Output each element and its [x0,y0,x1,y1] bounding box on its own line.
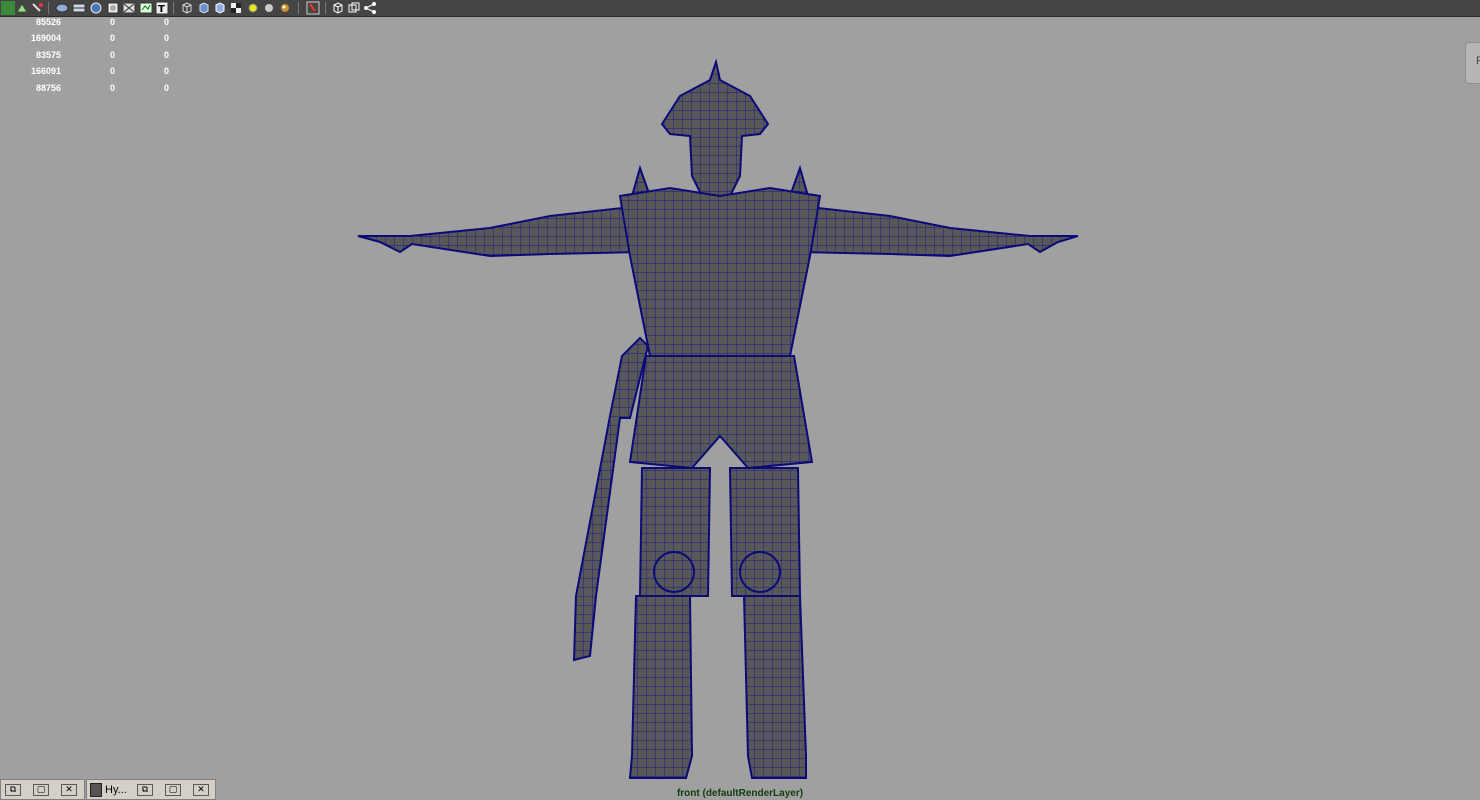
sphere-shiny-icon[interactable] [278,1,292,15]
maximize-icon[interactable]: ▢ [33,784,49,796]
restore-icon[interactable]: ⧉ [5,784,21,796]
hud-value: 169004 [30,33,61,43]
close-icon[interactable]: ✕ [61,784,77,796]
snap-icon[interactable] [15,1,29,15]
hud-value: 0 [164,33,170,43]
hud-value: 0 [164,66,170,76]
side-panel-tab[interactable]: F [1465,42,1480,84]
hud-value: 0 [110,33,116,43]
copy-cube-icon[interactable] [347,1,361,15]
checker-icon[interactable] [229,1,243,15]
sphere-flat-icon[interactable] [106,1,120,15]
sphere-icon[interactable] [89,1,103,15]
xray-icon[interactable] [122,1,136,15]
share-icon[interactable] [363,1,377,15]
minimized-window-1[interactable]: ⧉ ▢ ✕ [0,779,85,800]
hud-value: 0 [164,83,170,93]
hud-value: 0 [110,50,116,60]
grid-icon[interactable] [1,1,15,15]
textured-cube-icon[interactable] [213,1,227,15]
film-icon[interactable] [72,1,86,15]
camera-label: front (defaultRenderLayer) [676,788,804,799]
hud-value: 88756 [35,83,61,93]
hypershade-icon [90,783,102,797]
minimized-window-title: Hy... [105,784,127,796]
hud-value: 0 [110,17,116,27]
hud-value: 166091 [30,66,61,76]
hud-value: 85526 [35,17,61,27]
hud-value: 0 [164,50,170,60]
magnet-icon[interactable] [30,1,44,15]
light-yellow-icon[interactable] [246,1,260,15]
character-wireframe-model[interactable] [340,56,1100,786]
hud-value: 83575 [35,50,61,60]
select-highlight-icon[interactable] [306,1,320,15]
camera-icon[interactable] [55,1,69,15]
restore-icon[interactable]: ⧉ [137,784,153,796]
minimized-window-2[interactable]: Hy... ⧉ ▢ ✕ [86,779,216,800]
shaded-cube-icon[interactable] [197,1,211,15]
svg-text:T: T [158,4,165,15]
hud-value: 0 [110,66,116,76]
text-icon[interactable]: T [155,1,169,15]
grid-view-icon[interactable] [139,1,153,15]
wire-cube-icon[interactable] [180,1,194,15]
viewport-toolbar: T [0,0,1480,17]
side-panel-tab-label: F [1476,55,1480,67]
close-icon[interactable]: ✕ [193,784,209,796]
maximize-icon[interactable]: ▢ [165,784,181,796]
sphere-grey-icon[interactable] [262,1,276,15]
hud-value: 0 [164,17,170,27]
cube-outline-icon[interactable] [331,1,345,15]
hud-value: 0 [110,83,116,93]
